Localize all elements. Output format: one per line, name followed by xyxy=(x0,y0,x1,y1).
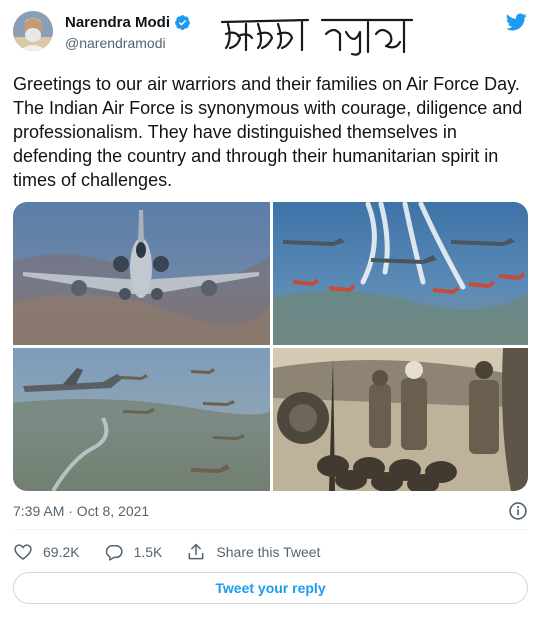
media-image-mirage-jet[interactable] xyxy=(13,202,270,345)
author-handle[interactable]: @narendramodi xyxy=(65,35,166,51)
heart-icon xyxy=(14,544,32,561)
tweet-media-grid xyxy=(13,202,528,491)
divider xyxy=(13,529,528,530)
reply-icon xyxy=(105,545,123,561)
tweet-reply-button[interactable]: Tweet your reply xyxy=(13,572,528,604)
author-name-row[interactable]: Narendra Modi xyxy=(65,14,191,31)
twitter-bird-icon[interactable] xyxy=(504,11,528,33)
tweet-text: Greetings to our air warriors and their … xyxy=(13,74,523,190)
media-image-transport-formation[interactable] xyxy=(13,348,270,491)
media-image-formation-smoke[interactable] xyxy=(273,202,528,345)
reply-count: 1.5K xyxy=(133,544,163,560)
tweet-timestamp[interactable]: 7:39 AM · Oct 8, 2021 xyxy=(13,503,149,519)
tweet-actions: 69.2K 1.5K Share this Tweet xyxy=(13,541,344,563)
verified-badge-icon xyxy=(175,15,190,30)
share-action[interactable]: Share this Tweet xyxy=(186,542,320,562)
reply-action[interactable]: 1.5K xyxy=(104,542,163,562)
like-count: 69.2K xyxy=(43,544,80,560)
info-icon[interactable] xyxy=(508,501,528,521)
share-label: Share this Tweet xyxy=(216,544,321,560)
like-action[interactable]: 69.2K xyxy=(13,542,80,562)
author-name[interactable]: Narendra Modi xyxy=(65,14,170,31)
media-image-vintage-airmen[interactable] xyxy=(273,348,528,491)
share-icon xyxy=(188,543,204,560)
avatar[interactable] xyxy=(13,11,53,51)
tweet-card: Narendra Modi @narendramodi Greetings to… xyxy=(0,0,541,618)
watermark-logo xyxy=(220,18,414,56)
